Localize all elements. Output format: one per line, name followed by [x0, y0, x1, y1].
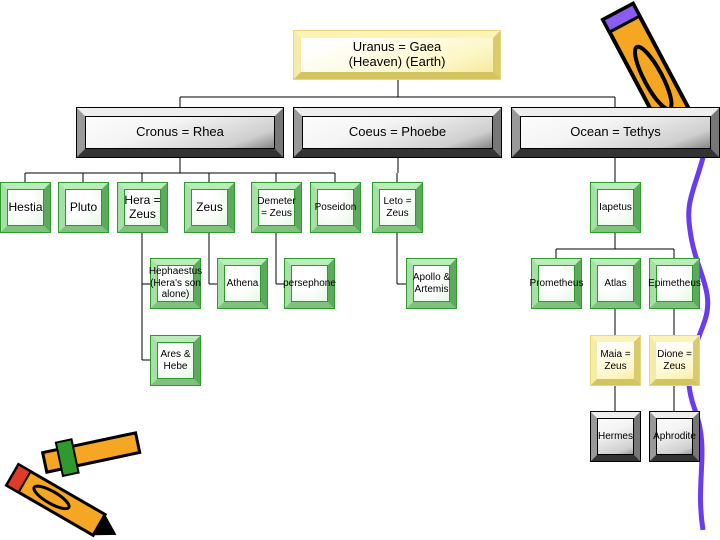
node-label: Hephaestus (Hera's son alone) — [148, 266, 203, 301]
node-label: Pluto — [69, 199, 98, 214]
node-label: Poseidon — [314, 201, 357, 213]
node-label: Leto = Zeus — [383, 196, 412, 219]
node-hestia: Hestia — [0, 182, 51, 233]
node-label: Maia = Zeus — [600, 349, 631, 372]
node-label: Hera = Zeus — [124, 192, 161, 221]
node-apollo: Apollo & Artemis — [406, 258, 457, 309]
node-hera: Hera = Zeus — [117, 182, 168, 233]
node-persephone: persephone — [283, 258, 336, 309]
node-iapetus: Iapetus — [590, 182, 641, 233]
node-label: Atlas — [604, 277, 627, 289]
node-label: Dione = Zeus — [657, 349, 692, 372]
node-label: persephone — [283, 277, 336, 289]
node-cronus-rhea: Cronus = Rhea — [76, 107, 284, 158]
node-label: Prometheus — [529, 277, 584, 289]
node-uranus-gaea: Uranus = Gaea (Heaven) (Earth) — [293, 30, 501, 80]
node-label: Epimetheus — [648, 277, 701, 289]
pencils-icon — [4, 431, 142, 538]
node-label: Hestia — [8, 199, 43, 214]
node-label: Aphrodite — [653, 430, 696, 442]
node-label: Apollo & Artemis — [412, 272, 451, 295]
node-hermes: Hermes — [590, 411, 641, 462]
node-maia: Maia = Zeus — [590, 335, 641, 386]
node-label: Demeter = Zeus — [257, 196, 296, 219]
node-demeter: Demeter = Zeus — [251, 182, 302, 233]
node-coeus-phoebe: Coeus = Phoebe — [293, 107, 502, 158]
node-ares: Ares & Hebe — [150, 335, 201, 386]
node-pluto: Pluto — [58, 182, 109, 233]
node-label: Zeus — [196, 199, 223, 214]
node-dione: Dione = Zeus — [649, 335, 700, 386]
node-hephaestus: Hephaestus (Hera's son alone) — [148, 258, 203, 309]
node-poseidon: Poseidon — [310, 182, 361, 233]
node-label: Hermes — [597, 430, 633, 442]
node-ocean-tethys: Ocean = Tethys — [511, 107, 720, 158]
node-epimetheus: Epimetheus — [648, 258, 701, 309]
node-athena: Athena — [217, 258, 268, 309]
node-prometheus: Prometheus — [530, 258, 583, 309]
node-label: Athena — [226, 277, 259, 289]
node-zeus: Zeus — [184, 182, 235, 233]
node-atlas: Atlas — [590, 258, 641, 309]
node-label: Iapetus — [599, 201, 632, 213]
node-label: Ares & Hebe — [160, 349, 191, 372]
node-leto: Leto = Zeus — [372, 182, 423, 233]
node-aphrodite: Aphrodite — [649, 411, 700, 462]
